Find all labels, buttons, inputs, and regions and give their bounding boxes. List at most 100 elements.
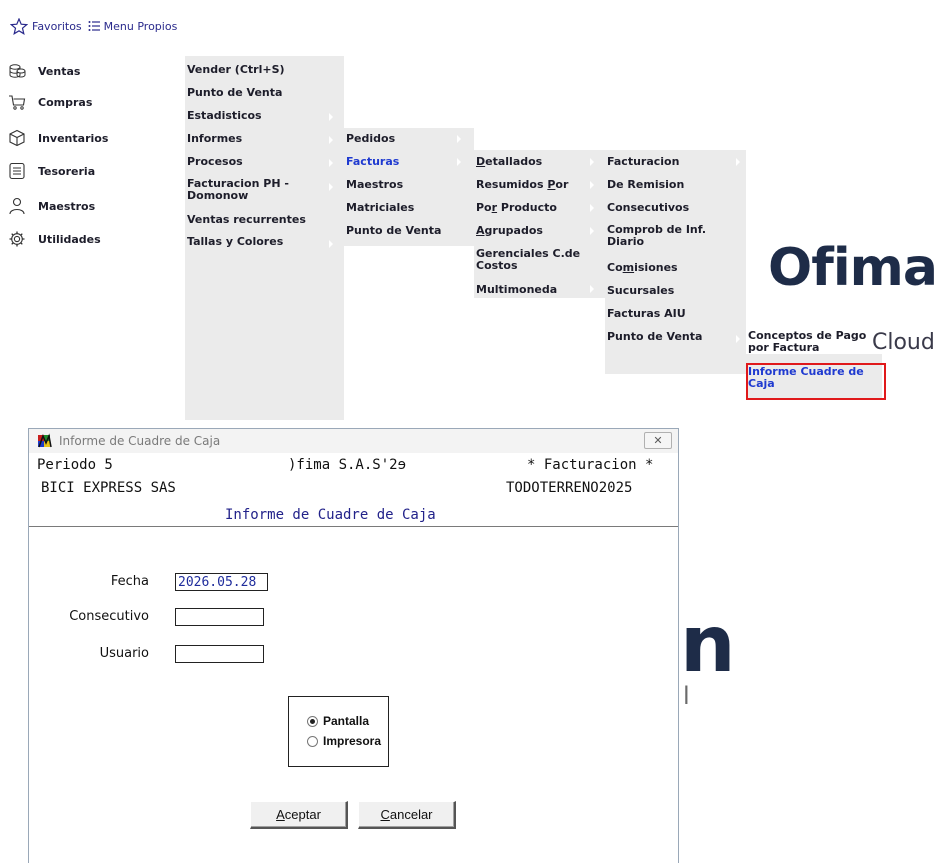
close-button[interactable]: ✕ [644, 432, 672, 449]
radio-label: Impresora [323, 734, 382, 748]
fecha-label: Fecha [110, 574, 149, 589]
main-item-utilidades[interactable]: Utilidades [8, 230, 101, 248]
radio-label: Pantalla [323, 714, 370, 728]
coins-icon [9, 64, 26, 78]
main-item-maestros[interactable]: Maestros [8, 197, 95, 215]
menu-item-label: Ventas recurrentes [187, 213, 306, 226]
button-label: Cancelar [380, 807, 433, 822]
chevron-right-icon [170, 237, 174, 245]
menu-item-comisiones[interactable]: Comisiones [605, 262, 746, 274]
menu-item-label: Informes [187, 132, 243, 145]
top-bar: Favoritos Menu Propios [10, 16, 177, 36]
report-heading: Informe de Cuadre de Caja [225, 507, 436, 523]
chevron-right-icon [170, 135, 174, 143]
close-icon: ✕ [653, 434, 663, 447]
main-item-label: Maestros [38, 199, 96, 213]
fecha-field[interactable] [175, 573, 268, 591]
company-text: )fima S.A.S'2ɘ [288, 457, 407, 473]
menu-item-vender[interactable]: Vender (Ctrl+S) [185, 64, 344, 76]
menu-item-punto-venta[interactable]: Punto de Venta [605, 331, 746, 343]
main-item-label: Inventarios [38, 131, 109, 145]
output-radio-group: Pantalla Impresora [288, 696, 389, 767]
menu-item-facturacion[interactable]: Facturacion [605, 156, 746, 168]
menu-item-facturas[interactable]: Facturas [344, 156, 474, 168]
cart-icon [9, 95, 26, 110]
aceptar-button[interactable]: Aceptar [250, 801, 348, 829]
menu-item-punto-venta[interactable]: Punto de Venta [185, 87, 344, 99]
list-icon [88, 21, 100, 31]
main-item-label: Tesoreria [38, 164, 96, 178]
main-item-label: Ventas [38, 64, 81, 78]
usuario-label: Usuario [99, 646, 149, 661]
menu-propios-button[interactable]: Menu Propios [88, 19, 178, 33]
main-item-label: Compras [38, 95, 93, 109]
gear-icon [9, 231, 25, 247]
menu-item-tallas[interactable]: Tallas y Colores [185, 236, 344, 248]
button-label: Aceptar [276, 807, 321, 822]
menu-item-label: Punto de Venta [187, 86, 283, 99]
list-icon [9, 162, 25, 180]
client-text: BICI EXPRESS SAS [41, 480, 176, 496]
favoritos-button[interactable]: Favoritos [10, 17, 82, 35]
menu-item-de-remision[interactable]: De Remision [605, 179, 746, 191]
menu-item-label: Domonow [187, 189, 249, 202]
consecutivo-field[interactable] [175, 608, 264, 626]
cancelar-button[interactable]: Cancelar [358, 801, 456, 829]
menu-item-sucursales[interactable]: Sucursales [605, 285, 746, 297]
menu-propios-label: Menu Propios [103, 19, 178, 33]
menu-item-label: Facturas [346, 155, 400, 168]
menu-item-facturacion-ph[interactable]: Facturacion PH - Domonow [185, 178, 344, 202]
menu-item-ventas-recurrentes[interactable]: Ventas recurrentes [185, 214, 344, 226]
menu-item-label: Resumidos Por [476, 178, 569, 191]
radio-pantalla[interactable]: Pantalla [307, 714, 369, 728]
menu-item-label: Detallados [476, 155, 543, 168]
menu-item-multimoneda[interactable]: Multimoneda [474, 284, 605, 296]
menu-item-label: Maestros [346, 178, 404, 191]
menu-item-resumidos[interactable]: Resumidos Por [474, 179, 605, 191]
menu-item-facturas-aiu[interactable]: Facturas AIU [605, 308, 746, 320]
menu-item-informe-cuadre-caja[interactable]: Informe Cuadre de Caja [746, 366, 882, 390]
usuario-field[interactable] [175, 645, 264, 663]
menu-item-punto-venta[interactable]: Punto de Venta [344, 225, 474, 237]
menu-item-label: Facturacion [607, 155, 680, 168]
menu-item-label: De Remision [607, 178, 685, 191]
dialog-informe-cuadre-caja: Informe de Cuadre de Caja ✕ Periodo 5 )f… [28, 428, 679, 863]
separator [29, 526, 678, 528]
menu-item-label: Punto de Venta [607, 330, 703, 343]
radio-impresora[interactable]: Impresora [307, 734, 381, 748]
menu-item-label: Consecutivos [607, 201, 690, 214]
menu-item-estadisticos[interactable]: Estadisticos [175, 110, 344, 122]
main-item-ventas[interactable]: Ventas [8, 62, 80, 80]
menu-item-comprob[interactable]: Comprob de Inf. Diario [605, 224, 746, 248]
main-item-compras[interactable]: Compras [8, 93, 92, 111]
menu-item-maestros[interactable]: Maestros [344, 179, 474, 191]
menu-item-informes[interactable]: Informes [185, 133, 344, 145]
main-item-tesoreria[interactable]: Tesoreria [8, 162, 95, 180]
chevron-right-icon [170, 100, 174, 108]
menu-item-label: Costos [476, 259, 518, 272]
menu-item-por-producto[interactable]: Por Producto [474, 202, 605, 214]
chevron-right-icon [170, 170, 174, 178]
menu-item-matriciales[interactable]: Matriciales [344, 202, 474, 214]
menu-item-agrupados[interactable]: Agrupados [474, 225, 605, 237]
main-item-label: Utilidades [38, 232, 101, 246]
dialog-titlebar[interactable]: Informe de Cuadre de Caja ✕ [29, 429, 678, 453]
periodo-text: Periodo 5 [37, 457, 113, 473]
menu-item-consecutivos[interactable]: Consecutivos [605, 202, 746, 214]
person-icon [9, 197, 25, 215]
star-icon [10, 17, 28, 35]
menu-item-pedidos[interactable]: Pedidos [344, 133, 474, 145]
menu-item-label: Por Producto [476, 201, 557, 214]
brand-logo: Ofima [768, 238, 938, 298]
menu-item-label: Multimoneda [476, 283, 558, 296]
box-icon [9, 129, 25, 147]
menu-item-detallados[interactable]: Detallados [474, 156, 605, 168]
menu-item-gerenciales[interactable]: Gerenciales C.de Costos [474, 248, 605, 272]
menu-item-procesos[interactable]: Procesos [185, 156, 344, 168]
menu-item-label: Facturas AIU [607, 307, 686, 320]
menu-item-label: Comisiones [607, 261, 678, 274]
menu-item-label: Matriciales [346, 201, 415, 214]
menu-item-conceptos-pago[interactable]: Conceptos de Pago por Factura [746, 330, 882, 354]
main-item-inventarios[interactable]: Inventarios [8, 129, 108, 147]
module-text: * Facturacion * [527, 457, 654, 473]
